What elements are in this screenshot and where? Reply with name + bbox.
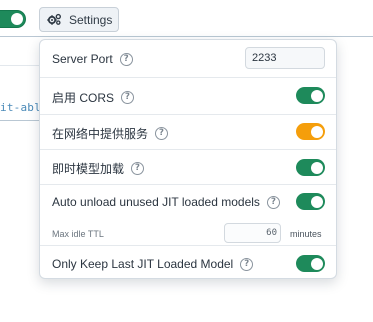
toolbar-toggle[interactable] [0,10,26,28]
auto-unload-row: Auto unload unused JIT loaded models ? M… [40,184,336,245]
question-circle-icon[interactable]: ? [131,162,145,175]
network-row: 在网络中提供服务 ? [40,114,336,149]
keep-last-toggle[interactable] [296,255,325,272]
auto-unload-toggle[interactable] [296,193,325,210]
network-toggle[interactable] [296,123,325,140]
keep-last-label: Only Keep Last JIT Loaded Model [52,257,234,271]
network-label: 在网络中提供服务 [52,127,149,141]
question-circle-icon[interactable]: ? [119,52,133,66]
divider [0,65,40,66]
server-port-label: Server Port [52,52,113,66]
server-port-input[interactable]: 2233 [245,47,325,69]
settings-panel: Server Port ? 2233 启用 CORS ? 在网络中提供服务 ? … [39,39,337,279]
toggle-knob [311,257,323,270]
settings-screen: Settings it-abl Server Port ? 2233 启用 CO… [0,0,373,322]
jit-load-row: 即时模型加载 ? [40,149,336,184]
cors-toggle[interactable] [296,87,325,104]
toggle-knob [311,125,323,138]
toggle-knob [311,161,323,174]
question-circle-icon[interactable]: ? [121,91,135,104]
cors-label: 启用 CORS [52,91,115,105]
settings-button[interactable]: Settings [39,7,119,32]
code-snippet: it-abl [0,101,41,114]
ttl-unit: minutes [290,229,322,239]
divider [0,120,40,121]
ttl-label: Max idle TTL [52,229,104,239]
toggle-knob [311,89,323,102]
toggle-knob [11,13,23,25]
toolbar-divider [0,36,373,37]
jit-load-label: 即时模型加载 [52,162,125,176]
keep-last-row: Only Keep Last JIT Loaded Model ? [40,245,336,279]
question-circle-icon[interactable]: ? [155,127,169,140]
toggle-knob [311,195,323,208]
settings-button-label: Settings [69,12,113,27]
jit-load-toggle[interactable] [296,159,325,176]
gears-icon [47,13,62,25]
cors-row: 启用 CORS ? [40,77,336,114]
question-circle-icon[interactable]: ? [240,257,254,271]
auto-unload-label: Auto unload unused JIT loaded models [52,195,260,209]
question-circle-icon[interactable]: ? [266,195,280,209]
server-port-row: Server Port ? 2233 [40,40,336,77]
ttl-input[interactable]: 60 [224,223,281,243]
